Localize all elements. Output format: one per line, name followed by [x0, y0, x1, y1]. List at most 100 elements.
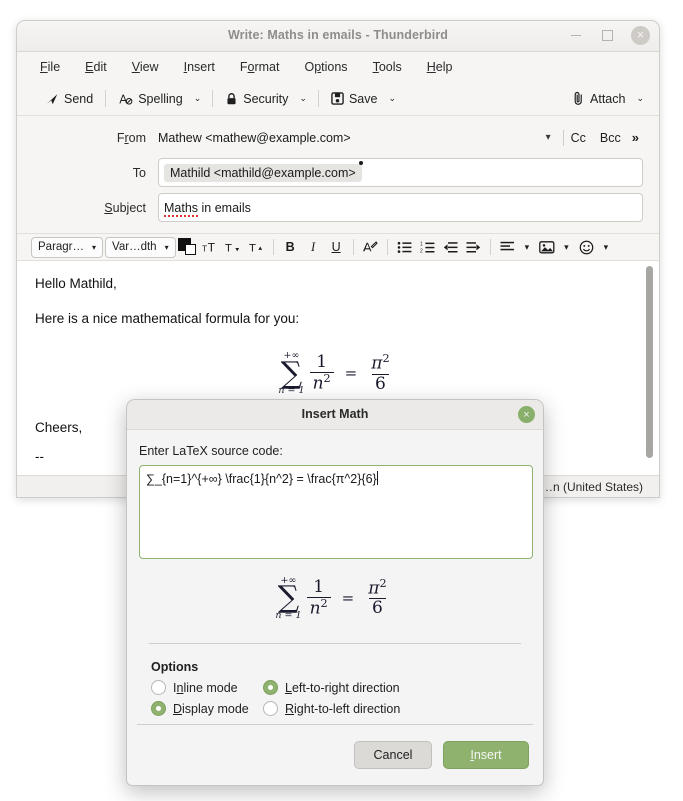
- menu-item-edit[interactable]: Edit: [85, 60, 107, 74]
- text-color-swatch[interactable]: [178, 238, 198, 256]
- menu-item-help[interactable]: Help: [427, 60, 453, 74]
- italic-button[interactable]: I: [303, 237, 324, 258]
- attach-dropdown-chevron-down-icon[interactable]: ⌄: [631, 90, 649, 107]
- cc-button[interactable]: Cc: [564, 129, 593, 147]
- subject-label: Subject: [33, 201, 158, 215]
- save-dropdown-chevron-down-icon[interactable]: ⌄: [383, 90, 401, 107]
- align-chevron-down-icon[interactable]: ▾: [520, 239, 535, 256]
- menu-item-options[interactable]: Options: [304, 60, 347, 74]
- spelling-button[interactable]: Spelling: [112, 89, 188, 109]
- align-button[interactable]: [497, 237, 518, 258]
- svg-text:T: T: [208, 241, 216, 254]
- radio-icon-selected: [151, 701, 166, 716]
- send-label: Send: [64, 92, 93, 106]
- radio-right-to-left[interactable]: Right-to-left direction: [263, 701, 531, 716]
- spelling-label: Spelling: [138, 92, 182, 106]
- close-icon[interactable]: ×: [631, 26, 650, 45]
- window-titlebar: Write: Maths in emails - Thunderbird ×: [17, 21, 659, 52]
- image-chevron-down-icon[interactable]: ▾: [559, 239, 574, 256]
- recipient-pill[interactable]: Mathild <mathild@example.com>: [164, 164, 362, 182]
- from-chevron-down-icon[interactable]: ▾: [534, 132, 563, 143]
- emoji-button[interactable]: [576, 237, 597, 258]
- radio-display-mode[interactable]: Display mode: [151, 701, 263, 716]
- radio-icon: [263, 701, 278, 716]
- remove-formatting-icon[interactable]: [360, 237, 381, 258]
- denominator: n2: [307, 597, 331, 619]
- expand-recipients-icon[interactable]: »: [628, 128, 643, 147]
- bcc-button[interactable]: Bcc: [593, 129, 628, 147]
- radio-icon-selected: [263, 680, 278, 695]
- latex-source-input[interactable]: ∑_{n=1}^{+∞} \frac{1}{n^2} = \frac{π^2}{…: [139, 465, 533, 559]
- security-button[interactable]: Security: [219, 89, 294, 109]
- increase-font-size-button[interactable]: T T: [200, 237, 221, 258]
- radio-inline-mode[interactable]: Inline mode: [151, 680, 263, 695]
- paperclip-icon: [572, 91, 585, 106]
- spelling-dropdown-chevron-down-icon[interactable]: ⌄: [189, 90, 207, 107]
- body-scrollbar[interactable]: [646, 266, 653, 464]
- insert-image-button[interactable]: [536, 237, 557, 258]
- toolbar-separator: [318, 90, 319, 107]
- subject-value-rest: in emails: [198, 201, 251, 215]
- dialog-divider: [149, 643, 521, 644]
- bold-button[interactable]: B: [280, 237, 301, 258]
- menu-item-insert[interactable]: Insert: [184, 60, 215, 74]
- menu-item-tools[interactable]: Tools: [373, 60, 402, 74]
- summation: +∞ ∑ n = 1: [275, 576, 301, 621]
- from-row: From Mathew <mathew@example.com> ▾ Cc Bc…: [33, 123, 643, 152]
- dialog-close-icon[interactable]: ×: [518, 406, 535, 423]
- svg-text:1: 1: [420, 241, 423, 247]
- svg-text:T: T: [202, 244, 207, 254]
- body-formula[interactable]: +∞ ∑ n = 1 1 n2 = π2 6: [35, 346, 641, 396]
- sum-lower-limit: n = 1: [278, 386, 304, 396]
- language-status[interactable]: …n (United States): [541, 480, 643, 494]
- menu-item-format[interactable]: Format: [240, 60, 280, 74]
- denominator: 6: [372, 374, 389, 394]
- emoji-chevron-down-icon[interactable]: ▾: [599, 239, 614, 256]
- fraction-left: 1 n2: [310, 353, 334, 394]
- send-button[interactable]: Send: [39, 89, 99, 109]
- toolbar-separator: [105, 90, 106, 107]
- menu-bar: File Edit View Insert Format Options Too…: [17, 52, 659, 82]
- svg-text:T: T: [249, 243, 256, 254]
- attach-button[interactable]: Attach: [566, 88, 631, 109]
- paragraph-style-select[interactable]: Paragr… ▾: [31, 237, 103, 258]
- numerator: 1: [310, 578, 327, 597]
- divider: [490, 239, 491, 255]
- fraction-right: π2 6: [368, 353, 392, 394]
- main-toolbar: Send Spelling ⌄ Security ⌄: [17, 82, 659, 116]
- from-label: From: [33, 131, 158, 145]
- maximize-icon[interactable]: [599, 27, 616, 44]
- subject-input[interactable]: Maths in emails: [158, 193, 643, 222]
- numbered-list-button[interactable]: 1 2: [417, 237, 438, 258]
- dialog-titlebar: Insert Math ×: [127, 400, 543, 430]
- menu-item-file[interactable]: File: [40, 60, 60, 74]
- font-family-select[interactable]: Var…dth ▾: [105, 237, 176, 258]
- options-group: Inline mode Left-to-right direction Disp…: [151, 680, 531, 716]
- sigma-icon: ∑: [281, 361, 302, 387]
- divider: [273, 239, 274, 255]
- to-input[interactable]: Mathild <mathild@example.com>: [158, 158, 643, 187]
- scrollbar-thumb[interactable]: [646, 266, 653, 458]
- font-family-value: Var…dth: [112, 241, 157, 253]
- radio-left-to-right[interactable]: Left-to-right direction: [263, 680, 531, 695]
- indent-button[interactable]: [463, 237, 484, 258]
- divider: [353, 239, 354, 255]
- denominator: n2: [310, 372, 334, 394]
- font-size-up-button[interactable]: T: [246, 237, 267, 258]
- insert-button[interactable]: Insert: [443, 741, 529, 769]
- numerator: π2: [365, 578, 389, 599]
- menu-item-view[interactable]: View: [132, 60, 159, 74]
- minimize-icon[interactable]: [567, 27, 584, 44]
- bullet-list-button[interactable]: [394, 237, 415, 258]
- outdent-button[interactable]: [440, 237, 461, 258]
- to-row: To Mathild <mathild@example.com>: [33, 158, 643, 187]
- decrease-font-size-button[interactable]: T: [223, 237, 244, 258]
- radio-icon: [151, 680, 166, 695]
- from-field[interactable]: Mathew <mathew@example.com> ▾ Cc Bcc »: [158, 128, 643, 147]
- security-label: Security: [243, 92, 288, 106]
- underline-button[interactable]: U: [326, 237, 347, 258]
- security-dropdown-chevron-down-icon[interactable]: ⌄: [294, 90, 312, 107]
- save-button[interactable]: Save: [325, 89, 384, 109]
- toolbar-separator: [212, 90, 213, 107]
- cancel-button[interactable]: Cancel: [354, 741, 432, 769]
